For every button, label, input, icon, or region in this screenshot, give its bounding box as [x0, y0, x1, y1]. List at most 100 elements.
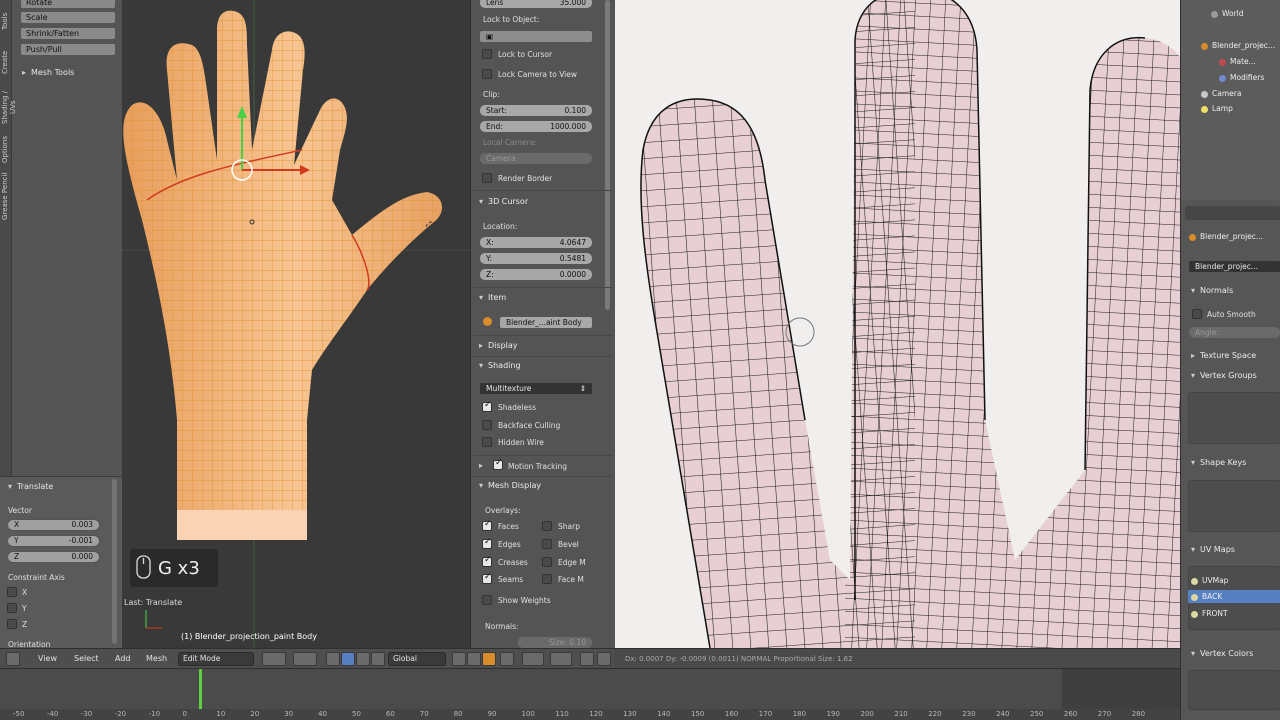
select-menu[interactable]: Select — [74, 654, 99, 663]
outliner-world[interactable]: World — [1211, 9, 1244, 18]
item-name-field[interactable]: Blender_...aint Body — [499, 316, 593, 329]
render-border-checkbox[interactable] — [482, 173, 492, 183]
mesh-display-section-header[interactable]: Mesh Display — [479, 481, 541, 490]
viewport-right[interactable] — [615, 0, 1180, 648]
cursor-y-field[interactable]: Y: 0.5481 — [479, 252, 593, 265]
normals-section-header[interactable]: Normals — [1191, 286, 1233, 295]
shrink-fatten-button[interactable]: Shrink/Fatten — [20, 27, 116, 40]
constraint-z-checkbox[interactable] — [7, 619, 17, 629]
creases-checkbox[interactable] — [482, 555, 492, 567]
bevel-checkbox[interactable] — [542, 539, 552, 549]
rotate-manipulator-icon[interactable] — [356, 652, 370, 666]
lock-to-cursor-checkbox[interactable] — [482, 49, 492, 59]
outliner-material[interactable]: Mate... — [1219, 57, 1256, 66]
uv-front-row[interactable]: FRONT — [1191, 609, 1228, 618]
vertex-select-icon[interactable] — [452, 652, 466, 666]
manipulator-toggle-icon[interactable] — [326, 652, 340, 666]
outliner-blender-object[interactable]: Blender_projec... — [1201, 41, 1275, 50]
shape-keys-list[interactable] — [1188, 480, 1280, 532]
outliner-camera[interactable]: Camera — [1201, 89, 1241, 98]
constraint-y-checkbox[interactable] — [7, 603, 17, 613]
cursor-x-field[interactable]: X: 4.0647 — [479, 236, 593, 249]
scale-button[interactable]: Scale — [20, 11, 116, 24]
lock-camera-checkbox[interactable] — [482, 69, 492, 79]
lock-object-field[interactable]: ▣ — [479, 30, 593, 43]
shading-section-header[interactable]: Shading — [479, 361, 521, 370]
tab-grease-pencil[interactable]: Grease Pencil — [1, 168, 11, 224]
face-marks-checkbox[interactable] — [542, 574, 552, 584]
view-menu[interactable]: View — [38, 654, 57, 663]
lens-field[interactable]: Lens 35.000 — [479, 0, 593, 9]
display-section-header[interactable]: Display — [479, 341, 518, 350]
texture-space-section-header[interactable]: Texture Space — [1191, 351, 1256, 360]
3d-cursor-section-header[interactable]: 3D Cursor — [479, 197, 528, 206]
seams-checkbox[interactable] — [482, 572, 492, 584]
viewport-shading-icon[interactable] — [262, 652, 286, 666]
outliner-lamp[interactable]: Lamp — [1201, 104, 1233, 113]
clip-end-field[interactable]: End: 1000.000 — [479, 120, 593, 133]
hand-wireframe-closeup[interactable] — [615, 0, 1180, 648]
sharp-checkbox[interactable] — [542, 521, 552, 531]
redo-scrollbar[interactable] — [112, 479, 117, 644]
vector-y-field[interactable]: Y -0.001 — [7, 535, 100, 547]
constraint-x-checkbox[interactable] — [7, 587, 17, 597]
translate-manipulator-icon[interactable] — [341, 652, 355, 666]
editor-type-icon[interactable] — [6, 652, 20, 666]
snap-icon[interactable] — [550, 652, 572, 666]
mesh-tools-panel-header[interactable]: Mesh Tools — [22, 68, 74, 77]
local-camera-field[interactable]: Camera — [479, 152, 593, 165]
properties-scrollbar[interactable] — [605, 0, 610, 310]
mesh-data-name-field[interactable]: Blender_projec... — [1188, 260, 1280, 273]
properties-context-tabs[interactable] — [1185, 206, 1280, 220]
translate-panel-header[interactable]: Translate — [8, 482, 53, 491]
vertex-groups-section-header[interactable]: Vertex Groups — [1191, 371, 1257, 380]
shadeless-checkbox[interactable] — [482, 400, 492, 412]
3d-cursor-icon[interactable] — [425, 221, 439, 235]
vertex-colors-list[interactable] — [1188, 670, 1280, 710]
layer-icon[interactable] — [597, 652, 611, 666]
tab-create[interactable]: Create — [1, 42, 11, 82]
vector-x-field[interactable]: X 0.003 — [7, 519, 100, 531]
render-preview-icon[interactable] — [580, 652, 594, 666]
mode-dropdown[interactable]: Edit Mode — [178, 652, 254, 666]
uv-back-row[interactable]: BACK — [1188, 590, 1280, 603]
uv-map-row[interactable]: UVMap — [1191, 576, 1228, 585]
edge-select-icon[interactable] — [467, 652, 481, 666]
outliner-modifiers[interactable]: Modifiers — [1219, 73, 1264, 82]
proportional-editing-icon[interactable] — [522, 652, 544, 666]
vector-z-field[interactable]: Z 0.000 — [7, 551, 100, 563]
faces-checkbox[interactable] — [482, 519, 492, 531]
shading-mode-dropdown[interactable]: Multitexture ⇕ — [479, 382, 593, 395]
orientation-dropdown[interactable]: Global — [388, 652, 446, 666]
cursor-z-field[interactable]: Z: 0.0000 — [479, 268, 593, 281]
occlude-geometry-icon[interactable] — [500, 652, 514, 666]
hidden-wire-checkbox[interactable] — [482, 437, 492, 447]
viewport-left[interactable]: G x3 Last: Translate (1) Blender_project… — [122, 0, 470, 648]
tab-tools[interactable]: Tools — [1, 2, 11, 40]
scale-manipulator-icon[interactable] — [371, 652, 385, 666]
tab-options[interactable]: Options — [1, 132, 11, 166]
add-menu[interactable]: Add — [115, 654, 131, 663]
timeline[interactable]: -50 -40 -30 -20 -10 0 10 20 30 40 50 60 70 80 90 100 110… — [0, 668, 1180, 720]
timeline-current-frame-cursor[interactable] — [199, 669, 202, 713]
clip-start-field[interactable]: Start: 0.100 — [479, 104, 593, 117]
show-weights-checkbox[interactable] — [482, 595, 492, 605]
rotate-button[interactable]: Rotate — [20, 0, 116, 9]
motion-tracking-checkbox[interactable] — [493, 458, 503, 470]
edges-checkbox[interactable] — [482, 537, 492, 549]
auto-smooth-checkbox[interactable] — [1192, 309, 1202, 319]
uv-maps-section-header[interactable]: UV Maps — [1191, 545, 1235, 554]
vertex-groups-list[interactable] — [1188, 392, 1280, 444]
vertex-colors-section-header[interactable]: Vertex Colors — [1191, 649, 1253, 658]
face-select-icon[interactable] — [482, 652, 496, 666]
angle-field[interactable]: Angle: — [1188, 326, 1280, 339]
pivot-point-icon[interactable] — [293, 652, 317, 666]
motion-tracking-section-header[interactable] — [479, 461, 488, 470]
backface-culling-checkbox[interactable] — [482, 420, 492, 430]
item-section-header[interactable]: Item — [479, 293, 506, 302]
tab-shading-uvs[interactable]: Shading / UVs — [1, 84, 17, 130]
mesh-menu[interactable]: Mesh — [146, 654, 167, 663]
edge-marks-checkbox[interactable] — [542, 557, 552, 567]
push-pull-button[interactable]: Push/Pull — [20, 43, 116, 56]
shape-keys-section-header[interactable]: Shape Keys — [1191, 458, 1246, 467]
